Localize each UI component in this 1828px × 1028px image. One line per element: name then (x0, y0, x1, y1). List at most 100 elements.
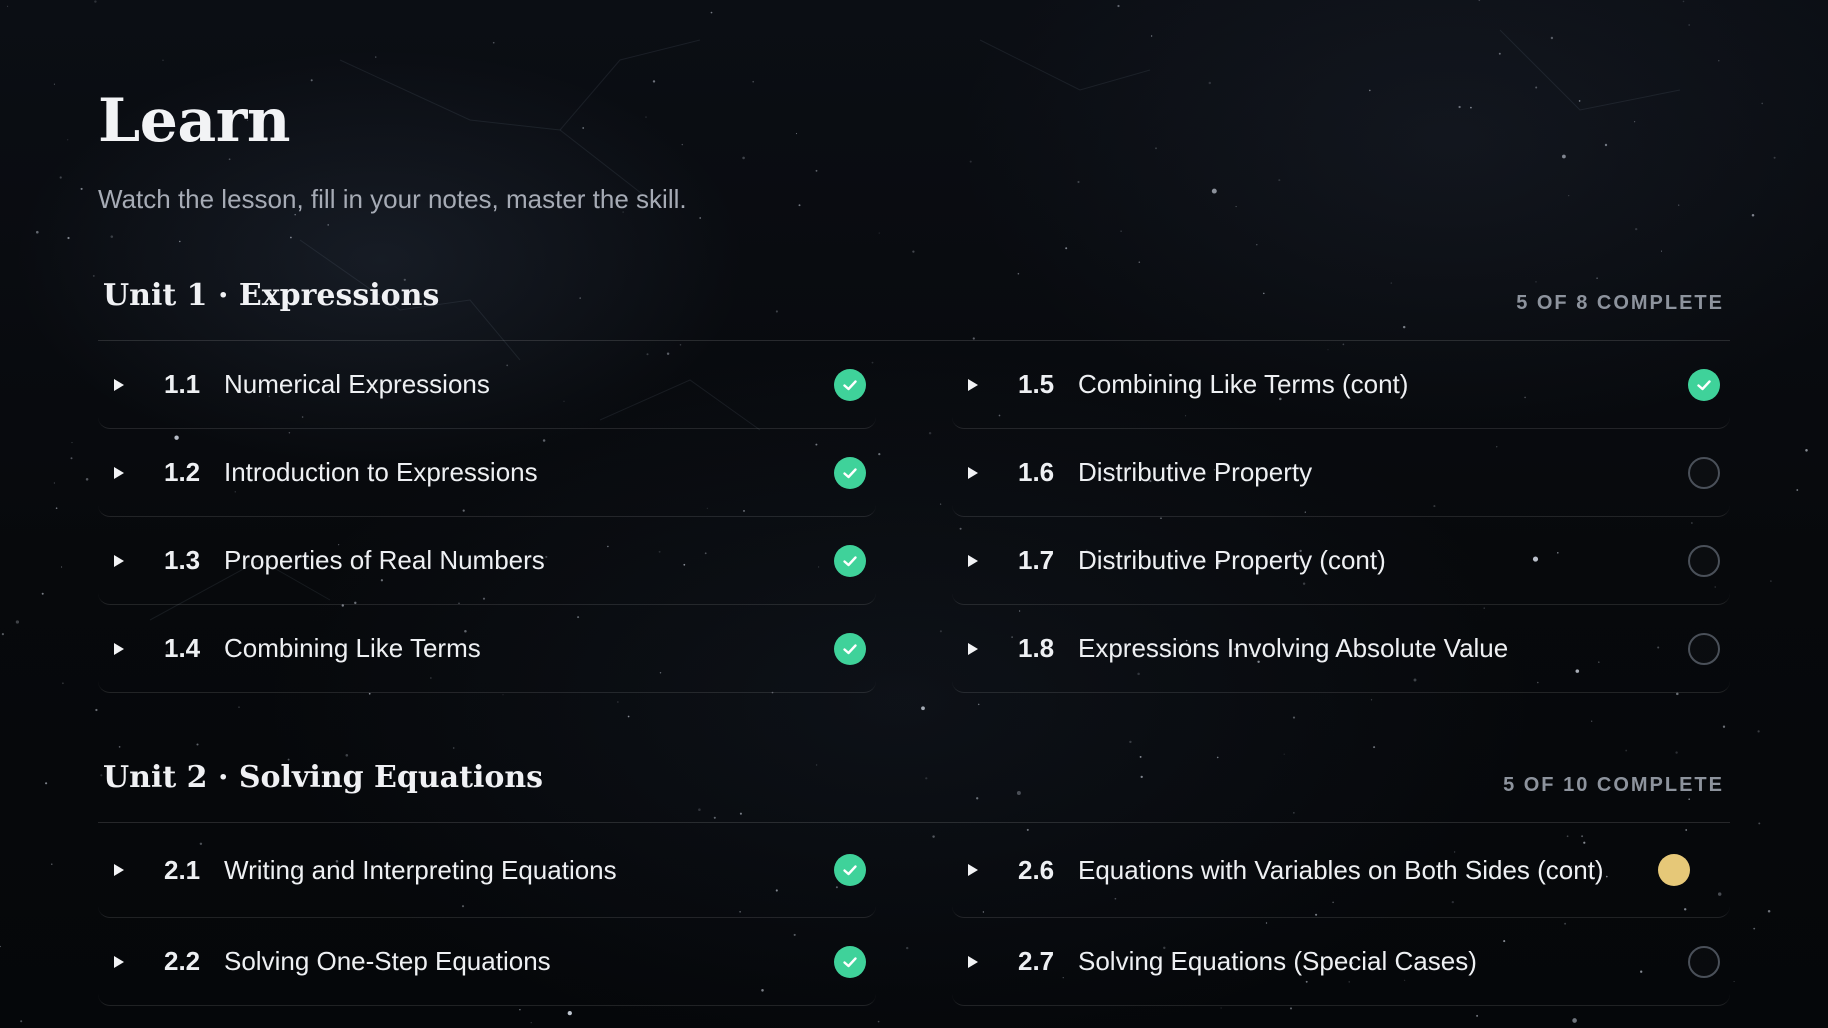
star (368, 692, 371, 695)
lesson-row[interactable]: 1.8 Expressions Involving Absolute Value (952, 605, 1730, 693)
empty-circle-icon (1688, 945, 1720, 978)
star (53, 482, 56, 484)
play-icon (114, 554, 124, 567)
lesson-title: Distributive Property (cont) (1078, 545, 1386, 576)
unit-2-section: Unit 2 · Solving Equations 5 OF 10 COMPL… (98, 752, 1730, 1006)
star (1773, 156, 1776, 159)
star (55, 507, 58, 510)
lesson-number: 2.6 (1018, 854, 1055, 885)
lesson-row[interactable]: 1.3 Properties of Real Numbers (98, 517, 876, 605)
lesson-number: 1.3 (164, 545, 201, 575)
star (327, 224, 329, 226)
star (912, 250, 915, 253)
star (1129, 740, 1132, 744)
star (1751, 213, 1755, 217)
star (1761, 102, 1764, 105)
star (1660, 250, 1663, 252)
star (92, 274, 95, 277)
star (1682, 0, 1685, 3)
star (20, 1020, 23, 1023)
lesson-number: 2.2 (164, 946, 201, 976)
unit-title: Unit 2 · Solving Equations (103, 760, 544, 795)
unit-header: Unit 1 · Expressions 5 OF 8 COMPLETE (98, 270, 1730, 341)
star (162, 59, 164, 61)
star (1535, 86, 1538, 89)
star (1, 633, 4, 636)
lesson-number: 1.1 (164, 369, 201, 399)
lesson-row[interactable]: 2.2 Solving One-Step Equations (98, 918, 876, 1006)
star (1562, 154, 1566, 159)
check-circle-icon (1688, 368, 1720, 401)
star (1065, 247, 1068, 250)
lesson-row[interactable]: 1.2 Introduction to Expressions (98, 429, 876, 517)
lesson-row[interactable]: 1.6 Distributive Property (952, 429, 1730, 517)
unit-progress: 5 OF 10 COMPLETE (1503, 774, 1724, 796)
lesson-number: 1.7 (1018, 545, 1055, 575)
star (1498, 52, 1501, 55)
play-icon (114, 955, 124, 968)
star (1211, 188, 1217, 194)
lesson-title: Combining Like Terms (cont) (1078, 369, 1409, 400)
lesson-grid: 2.1 Writing and Interpreting Equations 2… (98, 823, 1730, 1006)
star (1767, 910, 1771, 913)
lesson-number: 1.5 (1018, 369, 1055, 399)
lesson-row[interactable]: 1.4 Combining Like Terms (98, 605, 876, 693)
lesson-title: Equations with Variables on Both Sides (… (1078, 854, 1604, 885)
star (67, 139, 69, 141)
star (1077, 180, 1080, 184)
star (1256, 244, 1258, 246)
lesson-row[interactable]: 2.1 Writing and Interpreting Equations (98, 823, 876, 918)
unit-title: Unit 1 · Expressions (103, 278, 440, 313)
lesson-row[interactable]: 1.1 Numerical Expressions (98, 341, 876, 429)
star (1604, 143, 1608, 147)
star (798, 204, 801, 207)
lesson-number: 1.6 (1018, 457, 1055, 487)
lesson-row[interactable]: 1.7 Distributive Property (cont) (952, 517, 1730, 605)
star (567, 1010, 572, 1016)
star (1120, 230, 1122, 232)
star (1591, 720, 1593, 722)
star (1568, 194, 1570, 197)
star (1220, 1007, 1222, 1009)
star (110, 235, 114, 238)
star (519, 1008, 521, 1011)
star (795, 133, 798, 135)
play-icon (114, 864, 124, 876)
star (1155, 147, 1157, 150)
lesson-row[interactable]: 2.7 Solving Equations (Special Cases) (952, 918, 1730, 1006)
star (1278, 179, 1281, 182)
star (118, 746, 121, 748)
star (1373, 746, 1376, 749)
check-circle-icon (834, 456, 866, 489)
lesson-grid: 1.1 Numerical Expressions 1.5 Combining … (98, 341, 1730, 693)
star (61, 566, 63, 568)
star (1478, 0, 1481, 2)
star (1292, 716, 1296, 719)
lesson-title: Expressions Involving Absolute Value (1078, 633, 1509, 664)
play-icon (968, 955, 978, 968)
lesson-row[interactable]: 1.5 Combining Like Terms (cont) (952, 341, 1730, 429)
star (921, 706, 925, 711)
play-icon (968, 642, 978, 655)
check-circle-icon (834, 368, 866, 401)
check-circle-icon (834, 854, 866, 886)
empty-circle-icon (1688, 544, 1720, 577)
star (1733, 980, 1735, 983)
lesson-row[interactable]: 2.6 Equations with Variables on Both Sid… (952, 823, 1730, 918)
star (95, 708, 98, 712)
star (1370, 699, 1373, 701)
star (752, 80, 754, 83)
unit-1-section: Unit 1 · Expressions 5 OF 8 COMPLETE 1.1… (98, 270, 1730, 693)
star (94, 0, 97, 3)
star (1678, 204, 1680, 206)
check-circle-icon (834, 544, 866, 577)
lesson-number: 1.8 (1018, 633, 1055, 663)
star (1117, 4, 1120, 8)
star (1470, 106, 1472, 109)
star (969, 160, 972, 163)
learn-page: Learn Watch the lesson, fill in your not… (0, 0, 1828, 1028)
star (492, 41, 495, 44)
star (582, 127, 585, 129)
star (1634, 121, 1636, 123)
lesson-title: Introduction to Expressions (224, 457, 538, 488)
